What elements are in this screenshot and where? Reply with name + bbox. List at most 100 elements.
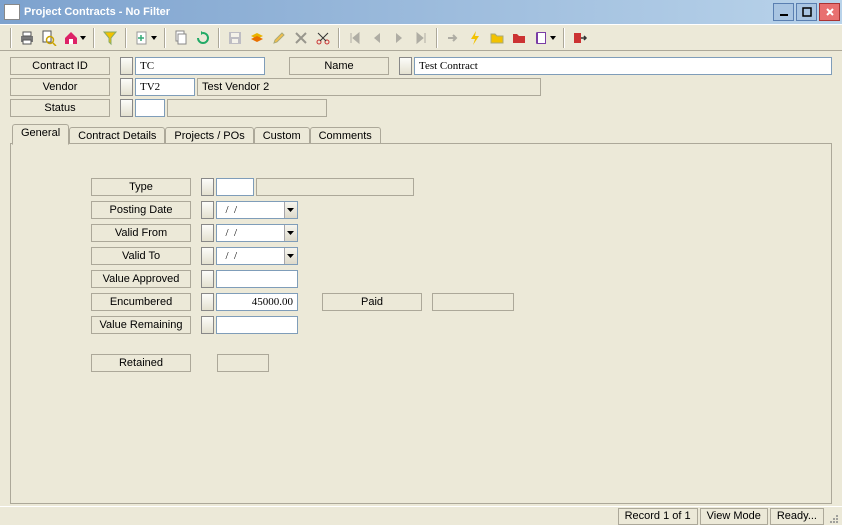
- toolbar-separator: [218, 28, 220, 48]
- posting-date-combo[interactable]: [216, 201, 298, 219]
- status-text-display: [167, 99, 327, 117]
- scissors-icon: [315, 30, 331, 46]
- type-lookup-button[interactable]: [201, 178, 214, 196]
- valid-from-calendar-button[interactable]: [201, 224, 214, 242]
- minimize-button[interactable]: [773, 3, 794, 21]
- print-preview-button[interactable]: [38, 27, 60, 49]
- contract-id-row: Contract ID Name: [10, 57, 832, 75]
- exit-button[interactable]: [569, 27, 591, 49]
- toolbar: [0, 24, 842, 51]
- folder-yellow-button[interactable]: [486, 27, 508, 49]
- encumbered-input[interactable]: [216, 293, 298, 311]
- valid-to-input[interactable]: [217, 248, 284, 264]
- printer-icon: [19, 30, 35, 46]
- valid-to-label: Valid To: [91, 247, 191, 265]
- retained-display: [217, 354, 269, 372]
- home-icon: [63, 30, 79, 46]
- general-form: Type Posting Date Valid From: [91, 178, 819, 372]
- value-approved-button[interactable]: [201, 270, 214, 288]
- lightning-icon: [467, 30, 483, 46]
- next-button: [388, 27, 410, 49]
- layers-button[interactable]: [246, 27, 268, 49]
- type-desc-display: [256, 178, 414, 196]
- save-button: [224, 27, 246, 49]
- type-code-input[interactable]: [216, 178, 254, 196]
- refresh-button[interactable]: [192, 27, 214, 49]
- maximize-button[interactable]: [796, 3, 817, 21]
- posting-date-calendar-button[interactable]: [201, 201, 214, 219]
- folder-red-button[interactable]: [508, 27, 530, 49]
- first-icon: [347, 30, 363, 46]
- valid-from-input[interactable]: [217, 225, 284, 241]
- new-button[interactable]: [131, 27, 160, 49]
- close-button[interactable]: [819, 3, 840, 21]
- chevron-down-icon[interactable]: [284, 248, 297, 264]
- toolbar-separator: [93, 28, 95, 48]
- exit-icon: [572, 30, 588, 46]
- layers-icon: [249, 30, 265, 46]
- value-approved-input[interactable]: [216, 270, 298, 288]
- chevron-down-icon: [150, 28, 157, 48]
- valid-from-combo[interactable]: [216, 224, 298, 242]
- status-row: Status: [10, 99, 832, 117]
- copy-icon: [173, 30, 189, 46]
- contract-id-label: Contract ID: [10, 57, 110, 75]
- chevron-down-icon[interactable]: [284, 202, 297, 218]
- valid-to-row: Valid To: [91, 247, 819, 265]
- tab-panel-general: Type Posting Date Valid From: [10, 143, 832, 504]
- name-input[interactable]: [414, 57, 832, 75]
- posting-date-row: Posting Date: [91, 201, 819, 219]
- status-lookup-button[interactable]: [120, 99, 133, 117]
- funnel-icon: [102, 30, 118, 46]
- valid-from-row: Valid From: [91, 224, 819, 242]
- folder-icon: [489, 30, 505, 46]
- execute-button[interactable]: [464, 27, 486, 49]
- status-code-input[interactable]: [135, 99, 165, 117]
- home-button[interactable]: [60, 27, 89, 49]
- disk-icon: [227, 30, 243, 46]
- chevron-down-icon: [79, 28, 86, 48]
- vendor-lookup-button[interactable]: [120, 78, 133, 96]
- last-icon: [413, 30, 429, 46]
- value-remaining-label: Value Remaining: [91, 316, 191, 334]
- value-remaining-input[interactable]: [216, 316, 298, 334]
- contract-id-input[interactable]: [135, 57, 265, 75]
- goto-button: [442, 27, 464, 49]
- valid-to-calendar-button[interactable]: [201, 247, 214, 265]
- chevron-down-icon[interactable]: [284, 225, 297, 241]
- filter-button[interactable]: [99, 27, 121, 49]
- copy-button[interactable]: [170, 27, 192, 49]
- toolbar-separator: [338, 28, 340, 48]
- chevron-down-icon: [549, 28, 556, 48]
- next-icon: [391, 30, 407, 46]
- tab-general[interactable]: General: [12, 124, 69, 145]
- paid-display: [432, 293, 514, 311]
- print-button[interactable]: [16, 27, 38, 49]
- name-lookup-button[interactable]: [399, 57, 412, 75]
- help-button[interactable]: [530, 27, 559, 49]
- resize-grip[interactable]: [824, 508, 840, 525]
- prev-icon: [369, 30, 385, 46]
- first-button: [344, 27, 366, 49]
- last-button: [410, 27, 432, 49]
- cut-button[interactable]: [312, 27, 334, 49]
- header-fields: Contract ID Name Vendor Test Vendor 2 St…: [10, 57, 832, 117]
- arrow-right-icon: [445, 30, 461, 46]
- book-icon: [533, 30, 549, 46]
- value-remaining-row: Value Remaining: [91, 316, 819, 334]
- value-remaining-button[interactable]: [201, 316, 214, 334]
- tab-strip: General Contract Details Projects / POs …: [10, 123, 832, 144]
- contract-id-lookup-button[interactable]: [120, 57, 133, 75]
- type-row: Type: [91, 178, 819, 196]
- encumbered-button[interactable]: [201, 293, 214, 311]
- status-label: Status: [10, 99, 110, 117]
- retained-row: Retained: [91, 354, 819, 372]
- valid-to-combo[interactable]: [216, 247, 298, 265]
- vendor-code-input[interactable]: [135, 78, 195, 96]
- posting-date-input[interactable]: [217, 202, 284, 218]
- retained-label: Retained: [91, 354, 191, 372]
- x-icon: [293, 30, 309, 46]
- vendor-row: Vendor Test Vendor 2: [10, 78, 832, 96]
- edit-button[interactable]: [268, 27, 290, 49]
- window-buttons: [773, 3, 840, 21]
